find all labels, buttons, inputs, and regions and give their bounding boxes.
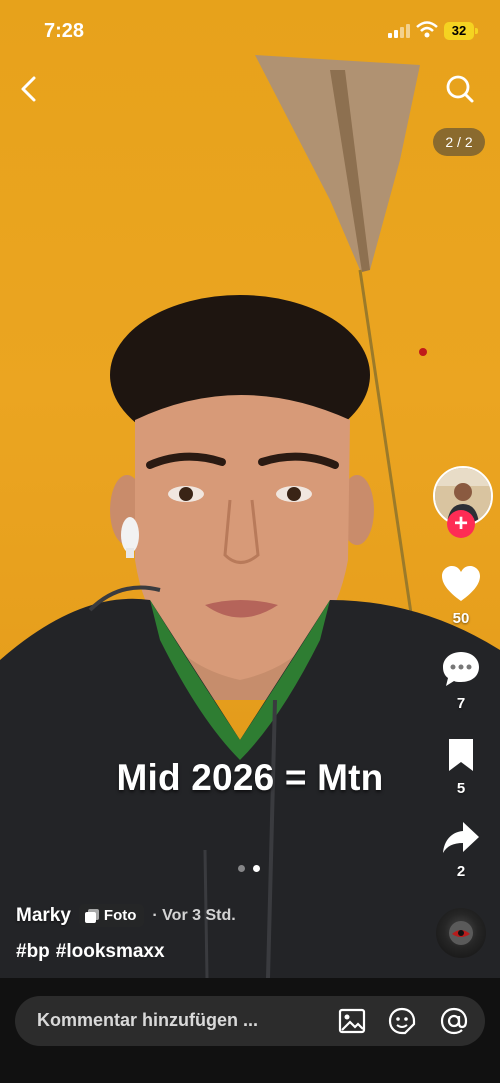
post-author-row: Marky Foto · Vor 3 Std. — [16, 904, 236, 927]
photo-illustration — [0, 55, 500, 978]
hashtag-link[interactable]: #looksmaxx — [56, 941, 165, 963]
save-count: 5 — [456, 780, 466, 797]
bookmark-icon — [449, 739, 473, 771]
status-bar: 7:28 32 — [0, 0, 500, 60]
photo-stack-icon — [84, 908, 99, 923]
mention-at-icon[interactable] — [440, 1007, 468, 1035]
search-icon[interactable] — [444, 72, 476, 106]
photo-post-screen: 7:28 32 2 / 2 Mid 2026 = Mtn + 50 7 5 2 … — [0, 0, 500, 1083]
badge-label: Foto — [103, 907, 137, 924]
hashtag-link[interactable]: #bp — [16, 941, 50, 963]
comment-count: 7 — [456, 695, 466, 712]
author-name[interactable]: Marky — [16, 905, 71, 927]
comment-placeholder: Kommentar hinzufügen ... — [37, 1010, 259, 1030]
slide-dot-active[interactable] — [253, 865, 260, 872]
post-time: · Vor 3 Std. — [152, 906, 236, 924]
battery-icon: 32 — [444, 22, 474, 40]
cellular-signal-icon — [388, 24, 410, 38]
share-arrow-icon — [443, 822, 479, 853]
share-button[interactable]: 2 — [436, 820, 486, 880]
heart-icon — [442, 566, 480, 601]
photo-caption-overlay: Mid 2026 = Mtn — [116, 757, 384, 798]
like-button[interactable]: 50 — [436, 565, 486, 627]
emoji-sticker-icon[interactable] — [388, 1007, 416, 1035]
status-time: 7:28 — [44, 20, 85, 42]
save-button[interactable]: 5 — [436, 737, 486, 797]
slide-counter: 2 / 2 — [433, 128, 485, 156]
battery-tip — [475, 28, 478, 34]
slide-dot[interactable] — [238, 865, 245, 872]
photo-type-badge: Foto — [78, 904, 145, 927]
hashtag-row: #bp #looksmaxx — [16, 941, 165, 963]
share-count: 2 — [456, 863, 466, 880]
music-disc[interactable] — [436, 908, 486, 958]
wifi-icon — [416, 21, 438, 38]
slide-indicator — [238, 865, 260, 872]
like-count: 50 — [452, 610, 470, 627]
follow-plus-button[interactable]: + — [447, 510, 475, 538]
image-attach-icon[interactable] — [338, 1007, 366, 1035]
music-cover-image — [449, 921, 473, 945]
comment-button[interactable]: 7 — [436, 650, 486, 712]
back-chevron-icon[interactable] — [14, 72, 44, 106]
post-photo[interactable] — [0, 0, 500, 978]
comment-bubble-icon — [443, 652, 479, 686]
